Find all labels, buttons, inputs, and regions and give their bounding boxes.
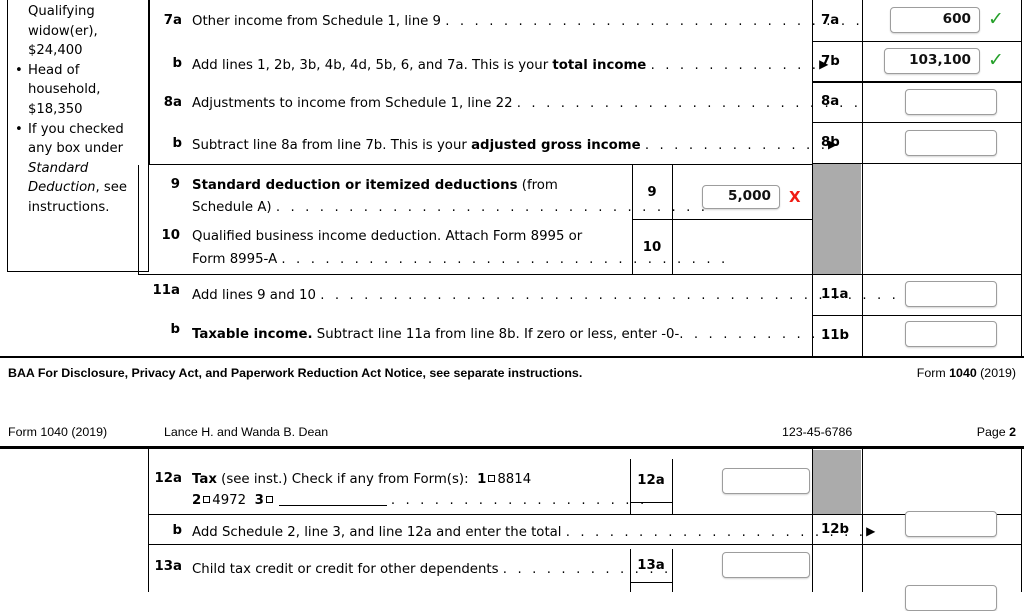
line-12a-option-2-label: 4972 (212, 493, 247, 508)
page2-rule-after-12a (148, 514, 812, 516)
line-12a-option-3-number: 3 (254, 493, 264, 508)
line-13a-inner-right-rule (672, 549, 674, 592)
leader-dots: . . . . . . . . . . . . . . . . . . (390, 493, 648, 508)
amount-input-12b[interactable] (905, 511, 997, 537)
line-text-13a: Child tax credit or credit for other dep… (192, 561, 671, 578)
shaded-block-line-12a (813, 450, 861, 514)
amount-input-13a[interactable] (722, 552, 810, 578)
line-12a-option-2-number: 2 (192, 493, 202, 508)
amount-label-12b: 12b (821, 521, 850, 537)
checkbox-form-4972[interactable] (203, 496, 211, 503)
line-text-12b: Add Schedule 2, line 3, and line 12a and… (192, 523, 875, 541)
line-12a-bold: Tax (192, 472, 217, 487)
page2-amount-column-right-rule (1021, 449, 1023, 592)
line-number-12b: b (172, 523, 182, 538)
checkbox-form-other[interactable] (265, 496, 273, 503)
form-page-2: 12a Tax (see inst.) Check if any from Fo… (0, 0, 1024, 611)
inner-label-12a: 12a (637, 473, 665, 488)
line-13a-description: Child tax credit or credit for other dep… (192, 562, 503, 577)
arrow-icon: ▶ (866, 524, 876, 538)
line-12a-after: (see inst.) Check if any from Form(s): (216, 472, 469, 487)
line-text-12a-first: Tax (see inst.) Check if any from Form(s… (192, 471, 531, 488)
checkbox-form-8814[interactable] (488, 475, 496, 482)
line-12a-inner-right-rule (672, 459, 674, 514)
line-number-13a: 13a (154, 559, 182, 574)
amount-input-13b[interactable] (905, 585, 997, 611)
line-12b-description: Add Schedule 2, line 3, and line 12a and… (192, 525, 566, 540)
page2-rule-after-12b (148, 544, 812, 546)
page2-body-left-rule (148, 449, 150, 592)
other-form-input[interactable] (278, 494, 387, 506)
page2-amount-rule-2 (812, 544, 1022, 546)
inner-label-13a: 13a (637, 558, 665, 573)
line-13a-inner-bottom-rule (630, 582, 672, 584)
line-text-12a-second: 2 4972 3 . . . . . . . . . . . . . . . . .… (192, 492, 647, 509)
amount-input-12a[interactable] (722, 468, 810, 494)
page2-amount-column-mid-rule (862, 449, 864, 592)
line-number-12a: 12a (154, 471, 182, 486)
line-12a-option-1-number: 1 (477, 472, 487, 487)
line-12a-inner-bottom-rule (630, 502, 672, 504)
line-12a-option-1-label: 8814 (497, 472, 532, 487)
